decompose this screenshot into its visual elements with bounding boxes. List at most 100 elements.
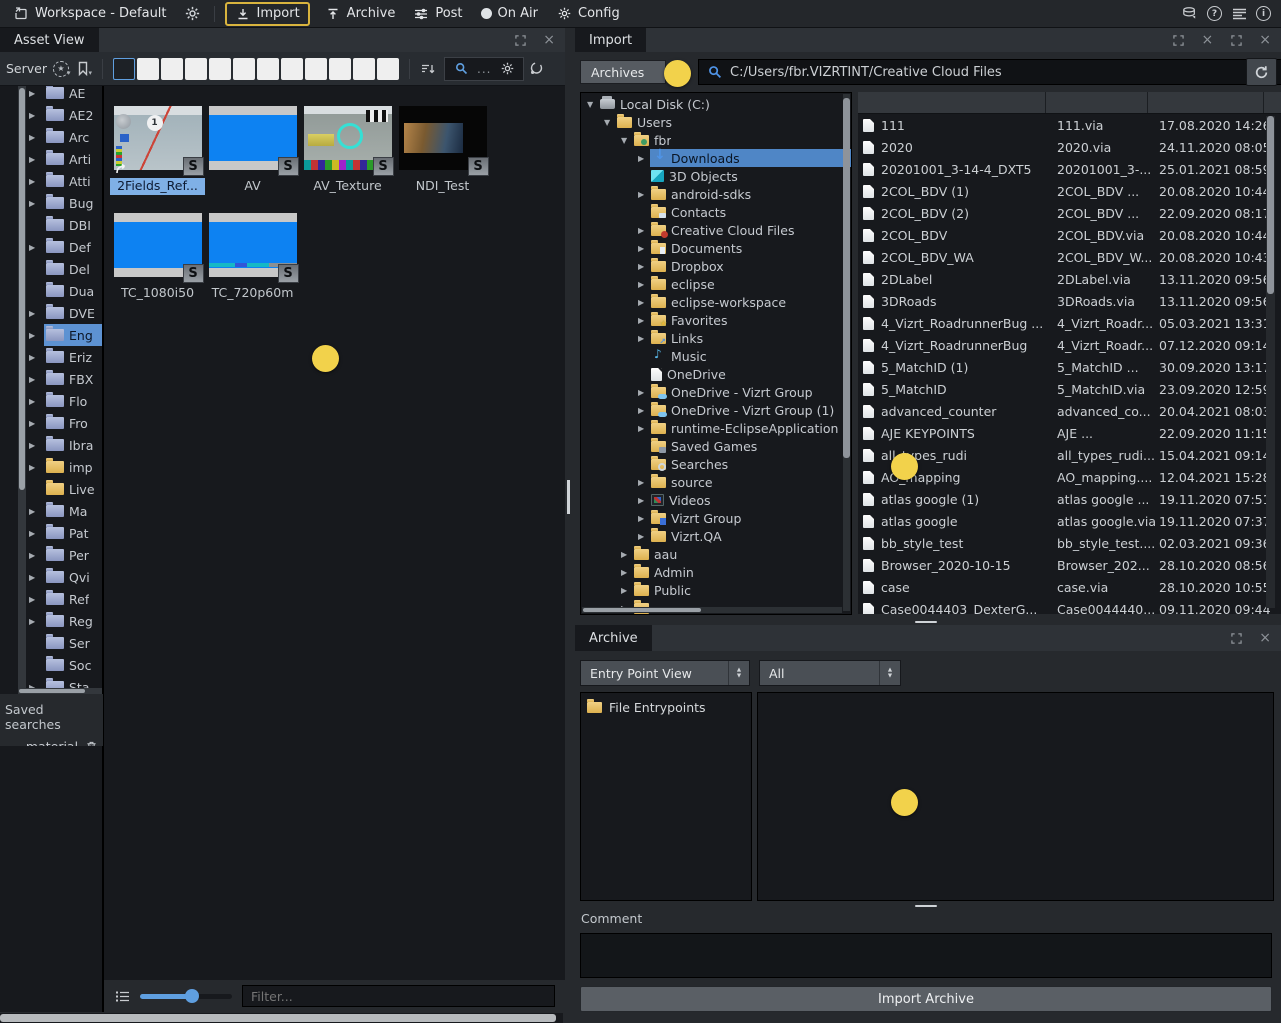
filesystem-tree-item[interactable]: Saved Games [581, 437, 851, 455]
table-row[interactable]: 5_MatchID 5_MatchID.via 23.09.2020 12:59 [858, 378, 1281, 400]
database-messages-icon[interactable] [1182, 6, 1198, 22]
tab-archive[interactable]: Archive [575, 625, 652, 651]
table-row[interactable]: AJE KEYPOINTS AJE ... 22.09.2020 11:15 [858, 422, 1281, 444]
left-panel-hscrollbar[interactable] [0, 1013, 563, 1023]
expander-icon[interactable] [621, 568, 633, 577]
filesystem-tree-item[interactable]: Public [581, 581, 851, 599]
expander-icon[interactable] [604, 118, 616, 127]
filesystem-tree-item[interactable]: OneDrive - Vizrt Group (1) [581, 401, 851, 419]
asset-tree-item[interactable]: Per [0, 544, 102, 566]
asset-filter-button[interactable] [161, 58, 183, 80]
left-panel-hscrollbar-thumb[interactable] [0, 1014, 556, 1022]
table-row[interactable]: 2DLabel 2DLabel.via 13.11.2020 09:56 [858, 268, 1281, 290]
expander-icon[interactable] [29, 111, 40, 120]
sort-order-icon[interactable] [420, 61, 436, 77]
table-row[interactable]: case case.via 28.10.2020 10:55 [858, 576, 1281, 598]
asset-thumbnail[interactable]: S AV [205, 106, 300, 195]
expander-icon[interactable] [638, 514, 650, 523]
expander-icon[interactable] [587, 100, 599, 109]
tab-asset-view[interactable]: Asset View [0, 28, 99, 52]
archive-content-panel[interactable] [757, 692, 1274, 901]
table-row[interactable]: 2COL_BDV 2COL_BDV.via 20.08.2020 10:44 [858, 224, 1281, 246]
splitter-handle[interactable] [567, 480, 570, 514]
asset-tree-item[interactable]: Dua [0, 280, 102, 302]
asset-tree-item[interactable]: Arti [0, 148, 102, 170]
asset-tree-item[interactable]: AE [0, 86, 102, 104]
entry-point-view-select[interactable]: Entry Point View [580, 660, 750, 686]
expander-icon[interactable] [29, 353, 40, 362]
asset-tree-item[interactable]: Eriz [0, 346, 102, 368]
table-row[interactable]: 2020 2020.via 24.11.2020 08:05 [858, 136, 1281, 158]
asset-thumbnail[interactable]: S TC_1080i50 [110, 213, 205, 302]
filesystem-tree-item[interactable]: Users [581, 113, 851, 131]
asset-filter-button[interactable] [209, 58, 231, 80]
expander-icon[interactable] [638, 244, 650, 253]
expander-icon[interactable] [29, 177, 40, 186]
asset-thumbnail[interactable]: S 2Fields_Ref... [110, 106, 205, 195]
expander-icon[interactable] [29, 199, 40, 208]
filesystem-tree-item[interactable]: 3D Objects [581, 167, 851, 185]
close-panel-icon[interactable]: × [1202, 33, 1214, 47]
expander-icon[interactable] [29, 507, 40, 516]
splitter-handle[interactable] [915, 621, 937, 623]
expander-icon[interactable] [638, 406, 650, 415]
asset-filter-button[interactable] [281, 58, 303, 80]
table-row[interactable]: 4_Vizrt_RoadrunnerBug 4_Vizrt_Roadr... 0… [858, 334, 1281, 356]
spinner-arrows-icon[interactable] [879, 661, 900, 685]
filesystem-tree-item[interactable]: android-sdks [581, 185, 851, 203]
panel-splitter[interactable] [565, 28, 575, 1023]
expand-panel-icon[interactable] [1228, 32, 1244, 48]
expander-icon[interactable] [29, 573, 40, 582]
thumbnail-image[interactable]: S [114, 213, 202, 277]
table-row[interactable]: 111 111.via 17.08.2020 14:26 [858, 114, 1281, 136]
asset-tree-item[interactable]: Qvi [0, 566, 102, 588]
expander-icon[interactable] [621, 136, 633, 145]
filesystem-tree-item[interactable]: Creative Cloud Files [581, 221, 851, 239]
filesystem-tree-item[interactable]: Music [581, 347, 851, 365]
table-row[interactable]: atlas google atlas google.via 19.11.2020… [858, 510, 1281, 532]
filesystem-tree-item[interactable]: OneDrive [581, 365, 851, 383]
asset-thumbnail[interactable]: S TC_720p60m [205, 213, 300, 302]
asset-tree-item[interactable]: DBI [0, 214, 102, 236]
asset-tree-item[interactable]: Fro [0, 412, 102, 434]
expander-icon[interactable] [29, 243, 40, 252]
asset-tree-item[interactable]: Ma [0, 500, 102, 522]
asset-search-box[interactable]: ... [444, 57, 524, 81]
filesystem-tree-hscrollbar-thumb[interactable] [583, 608, 701, 612]
asset-tree-item[interactable]: Atti [0, 170, 102, 192]
view-mode-list-icon[interactable] [114, 988, 130, 1004]
asset-tree-item[interactable]: Def [0, 236, 102, 258]
expander-icon[interactable] [29, 309, 40, 318]
expander-icon[interactable] [638, 334, 650, 343]
workspace-menu[interactable]: Workspace - Default [4, 1, 176, 27]
filesystem-tree-item[interactable]: Downloads [581, 149, 851, 167]
expander-icon[interactable] [638, 478, 650, 487]
filesystem-tree-item[interactable]: Links [581, 329, 851, 347]
filesystem-tree-vscrollbar-thumb[interactable] [843, 98, 850, 458]
thumbnail-image[interactable]: S [399, 106, 487, 170]
asset-filter-button[interactable] [257, 58, 279, 80]
expander-icon[interactable] [29, 89, 40, 98]
expander-icon[interactable] [621, 550, 633, 559]
asset-tree-item[interactable]: Eng [0, 324, 102, 346]
asset-tree-item[interactable]: DVE [0, 302, 102, 324]
filesystem-tree-item[interactable]: Documents [581, 239, 851, 257]
close-panel-icon[interactable]: × [543, 33, 555, 47]
archives-dropdown-button[interactable]: Archives [580, 60, 666, 84]
table-row[interactable]: AO_mapping AO_mapping.... 12.04.2021 15:… [858, 466, 1281, 488]
asset-tree-item[interactable]: AE2 [0, 104, 102, 126]
splitter-handle[interactable] [915, 905, 937, 907]
filesystem-tree-item[interactable]: Favorites [581, 311, 851, 329]
asset-tree-item[interactable]: FBX [0, 368, 102, 390]
asset-tree-item[interactable]: Ref [0, 588, 102, 610]
thumbnail-image[interactable]: S [304, 106, 392, 170]
filesystem-tree-item[interactable]: OneDrive - Vizrt Group [581, 383, 851, 401]
import-archive-button[interactable]: Import Archive [580, 986, 1272, 1012]
expander-icon[interactable] [638, 388, 650, 397]
path-search-field[interactable] [698, 59, 1281, 85]
filesystem-tree-vscrollbar[interactable] [843, 94, 850, 611]
close-panel-icon[interactable]: × [1259, 33, 1271, 47]
info-icon[interactable]: i [1256, 6, 1271, 21]
thumbnail-caption[interactable]: AV [205, 178, 300, 195]
asset-thumbnail[interactable]: S NDI_Test [395, 106, 490, 195]
